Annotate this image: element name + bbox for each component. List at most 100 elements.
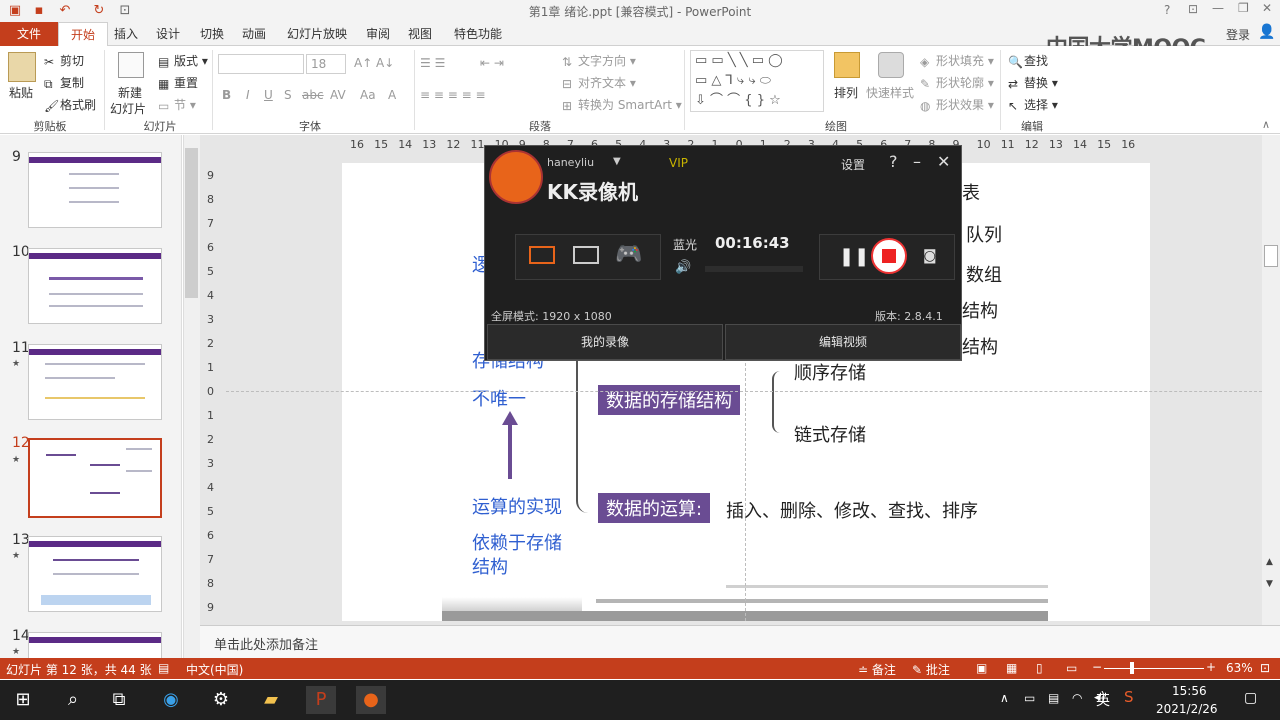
recorder-minimize-icon[interactable]: – <box>913 152 921 171</box>
bullets-icon[interactable]: ☰ ☰ <box>420 56 445 70</box>
quality-label[interactable]: 蓝光 <box>673 236 697 253</box>
user-icon[interactable]: 👤 <box>1258 24 1275 40</box>
kk-recorder-taskbar-icon[interactable]: ● <box>356 686 386 714</box>
slide-text-linked[interactable]: 链式存储 <box>794 421 866 447</box>
edit-video-button[interactable]: 编辑视频 <box>725 324 961 360</box>
clock-time[interactable]: 15:56 <box>1172 684 1207 698</box>
slide-scroll-thumb[interactable] <box>1264 245 1278 267</box>
slide-thumbnail-11[interactable] <box>28 344 162 420</box>
operations-box[interactable]: 数据的运算: <box>598 493 711 523</box>
change-case-button[interactable]: Aa <box>360 88 376 102</box>
font-size-box[interactable]: 18 <box>306 54 346 74</box>
slide-thumbnail-14[interactable] <box>28 632 162 658</box>
settings-button[interactable]: 设置 <box>841 156 865 173</box>
normal-view-icon[interactable]: ▣ <box>976 661 987 675</box>
tab-home[interactable]: 开始 <box>58 22 108 46</box>
sign-in-link[interactable]: 登录 <box>1226 26 1250 43</box>
slide-text-queue[interactable]: 队列 <box>966 221 1002 247</box>
font-name-box[interactable] <box>218 54 304 74</box>
tab-view[interactable]: 视图 <box>402 22 438 46</box>
shape-effects-button[interactable]: ◍ 形状效果 ▾ <box>920 96 994 113</box>
user-dropdown-icon[interactable]: ▼ <box>613 156 621 167</box>
reset-button[interactable]: ▦ 重置 <box>158 74 198 91</box>
proofing-icon[interactable]: ▤ <box>158 661 169 675</box>
shrink-font-icon[interactable]: A↓ <box>376 56 394 70</box>
ribbon-display-icon[interactable]: ⊡ <box>1188 2 1198 16</box>
quick-styles-icon[interactable] <box>878 52 904 78</box>
kk-username[interactable]: haneyliu <box>547 156 594 169</box>
slide-text-structure-2[interactable]: 结构 <box>962 333 998 359</box>
notes-pane[interactable]: 单击此处添加备注 <box>200 625 1280 658</box>
align-text-button[interactable]: ⊟ 对齐文本 ▾ <box>562 74 636 91</box>
zoom-slider[interactable] <box>1104 668 1204 669</box>
fullscreen-mode-icon[interactable] <box>529 246 555 264</box>
new-slide-label-2[interactable]: 幻灯片 <box>110 100 146 117</box>
notifications-icon[interactable]: ▢ <box>1244 690 1257 706</box>
volume-icon[interactable]: 🔊 <box>675 260 691 275</box>
paste-button[interactable]: 粘贴 <box>9 84 33 101</box>
zoom-in-icon[interactable]: + <box>1206 660 1216 674</box>
region-mode-icon[interactable] <box>573 246 599 264</box>
shape-fill-button[interactable]: ◈ 形状填充 ▾ <box>920 52 994 69</box>
recorder-help-icon[interactable]: ? <box>889 152 898 171</box>
tray-expand-icon[interactable]: ∧ <box>1000 691 1009 705</box>
smartart-button[interactable]: ⊞ 转换为 SmartArt ▾ <box>562 96 682 113</box>
screenshot-icon[interactable]: ◙ <box>923 248 937 264</box>
slide-text-array[interactable]: 数组 <box>966 261 1002 287</box>
text-direction-button[interactable]: ⇅ 文字方向 ▾ <box>562 52 636 69</box>
battery-icon[interactable]: ▭ <box>1024 691 1035 705</box>
section-button[interactable]: ▭ 节 ▾ <box>158 96 196 113</box>
slide-text-depends-1[interactable]: 依赖于存储 <box>472 529 562 555</box>
reading-view-icon[interactable]: ▯ <box>1036 661 1043 675</box>
tab-insert[interactable]: 插入 <box>108 22 144 46</box>
slide-text-sequential[interactable]: 顺序存储 <box>794 359 866 385</box>
wifi-icon[interactable]: ◠ <box>1072 691 1082 705</box>
stop-button[interactable] <box>871 238 907 274</box>
tab-animations[interactable]: 动画 <box>236 22 272 46</box>
slide-scrollbar[interactable]: ▲ ▼ <box>1262 135 1280 625</box>
recorder-close-icon[interactable]: ✕ <box>937 152 950 171</box>
zoom-level[interactable]: 63% <box>1226 661 1253 675</box>
next-slide-icon[interactable]: ▼ <box>1266 579 1273 589</box>
format-painter-button[interactable]: 🖌格式刷 <box>44 96 96 113</box>
tab-features[interactable]: 特色功能 <box>448 22 508 46</box>
slide-text-depends-2[interactable]: 结构 <box>472 553 508 579</box>
indent-icon[interactable]: ⇤ ⇥ <box>480 56 504 70</box>
notes-toggle[interactable]: ≐ 备注 <box>858 661 896 678</box>
copy-button[interactable]: ⧉ 复制 <box>44 74 84 91</box>
tab-file[interactable]: 文件 <box>0 22 58 46</box>
layout-button[interactable]: ▤ 版式 ▾ <box>158 52 208 69</box>
sogou-ime-icon[interactable]: S <box>1124 688 1134 706</box>
search-icon[interactable]: ⌕ <box>58 686 88 714</box>
sorter-view-icon[interactable]: ▦ <box>1006 661 1017 675</box>
select-button[interactable]: ↖ 选择 ▾ <box>1008 96 1058 113</box>
slide-thumbnail-10[interactable] <box>28 248 162 324</box>
vip-badge[interactable]: VIP <box>669 156 688 170</box>
bold-button[interactable]: B <box>222 88 231 102</box>
slide-text-list[interactable]: 表 <box>962 179 980 205</box>
cut-button[interactable]: ✂ 剪切 <box>44 52 84 69</box>
grow-font-icon[interactable]: A↑ <box>354 56 372 70</box>
italic-button[interactable]: I <box>246 88 250 102</box>
font-color-button[interactable]: A <box>388 88 396 102</box>
minimize-icon[interactable]: — <box>1212 1 1224 15</box>
arrange-button[interactable]: 排列 <box>834 84 858 101</box>
edge-browser-icon[interactable]: ◉ <box>156 686 186 714</box>
powerpoint-taskbar-icon[interactable]: P <box>306 686 336 714</box>
clock-date[interactable]: 2021/2/26 <box>1156 702 1218 716</box>
tab-review[interactable]: 审阅 <box>360 22 396 46</box>
slide-text-not-unique[interactable]: 不唯一 <box>472 385 526 411</box>
settings-gear-icon[interactable]: ⚙ <box>206 686 236 714</box>
slide-text-operations[interactable]: 插入、删除、修改、查找、排序 <box>726 497 978 523</box>
slide-thumbnail-9[interactable] <box>28 152 162 228</box>
collapse-ribbon-icon[interactable]: ∧ <box>1262 118 1270 131</box>
ime-indicator[interactable]: 英 <box>1096 690 1110 710</box>
slide-text-structure-1[interactable]: 结构 <box>962 297 998 323</box>
slide-thumbnail-12[interactable] <box>28 438 162 518</box>
zoom-slider-thumb[interactable] <box>1130 662 1134 674</box>
notes-placeholder[interactable]: 单击此处添加备注 <box>214 634 318 653</box>
help-icon[interactable]: ? <box>1164 3 1170 17</box>
network-icon[interactable]: ▤ <box>1048 691 1059 705</box>
new-slide-icon[interactable] <box>118 52 144 78</box>
paste-icon[interactable] <box>8 52 36 82</box>
